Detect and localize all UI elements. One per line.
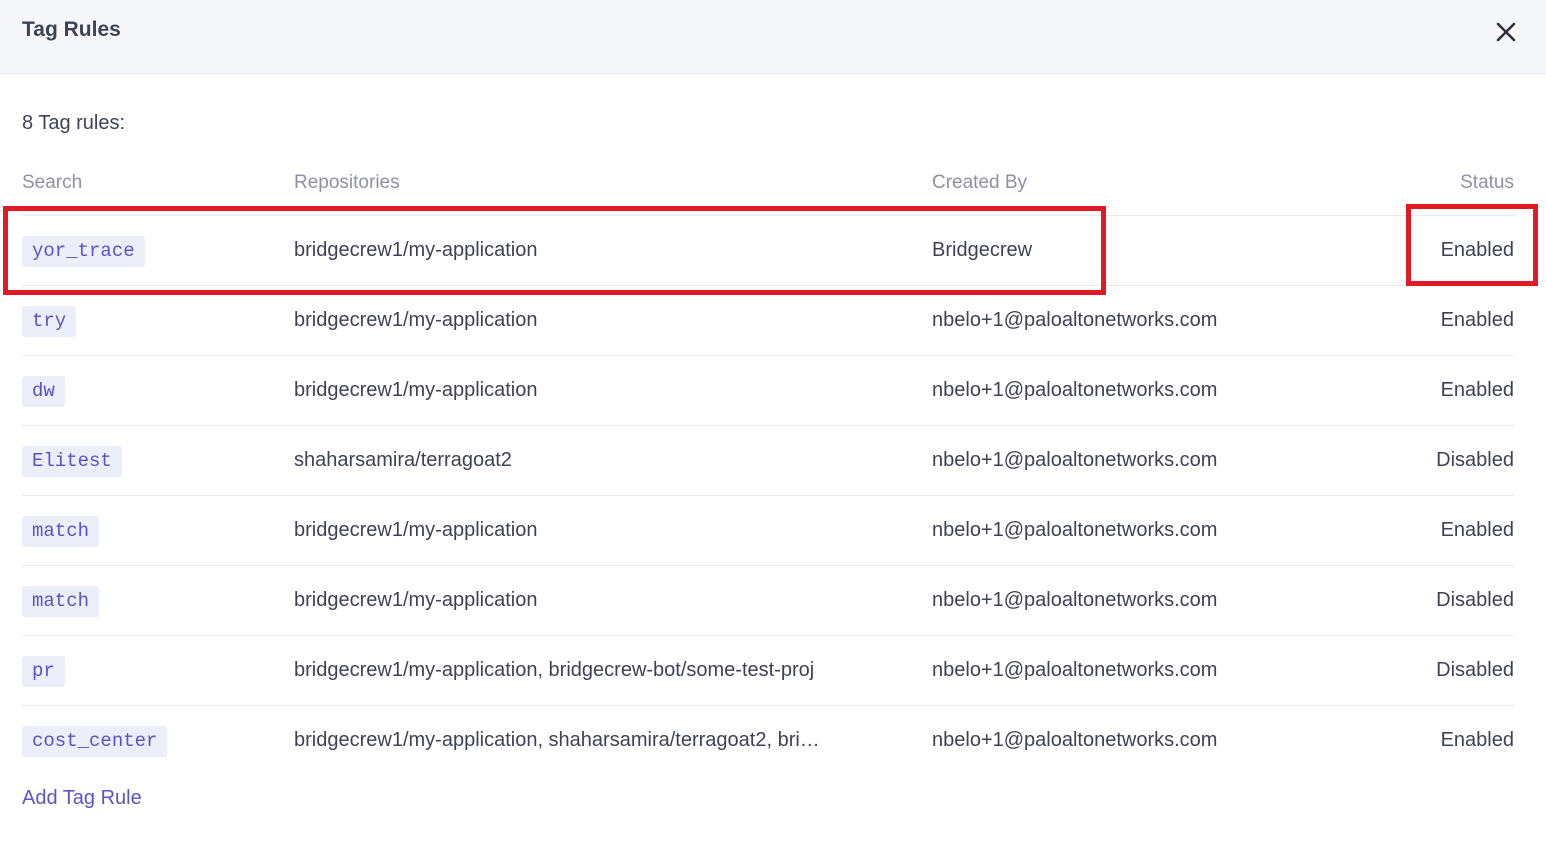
created-by-cell: nbelo+1@paloaltonetworks.com [932, 309, 1218, 331]
close-icon [1496, 22, 1516, 42]
repositories-cell: bridgecrew1/my-application [294, 519, 538, 541]
table-row[interactable]: pr bridgecrew1/my-application, bridgecre… [22, 636, 1514, 706]
search-tag: match [22, 516, 100, 547]
search-tag: yor_trace [22, 236, 145, 267]
header-status: Status [1460, 172, 1514, 193]
rule-count: 8 Tag rules: [22, 112, 126, 134]
table-row[interactable]: cost_center bridgecrew1/my-application, … [22, 706, 1514, 776]
status-cell: Enabled [1440, 519, 1514, 541]
table-header: Search Repositories Created By Status [22, 166, 1514, 216]
repositories-cell: bridgecrew1/my-application, shaharsamira… [294, 729, 820, 751]
created-by-cell: nbelo+1@paloaltonetworks.com [932, 589, 1218, 611]
table-row[interactable]: try bridgecrew1/my-application nbelo+1@p… [22, 286, 1514, 356]
created-by-cell: nbelo+1@paloaltonetworks.com [932, 729, 1218, 751]
status-cell: Disabled [1436, 659, 1514, 681]
status-cell: Disabled [1436, 589, 1514, 611]
dialog-header: Tag Rules [0, 0, 1546, 74]
repositories-cell: shaharsamira/terragoat2 [294, 449, 512, 471]
table-row[interactable]: match bridgecrew1/my-application nbelo+1… [22, 566, 1514, 636]
repositories-cell: bridgecrew1/my-application [294, 309, 538, 331]
repositories-cell: bridgecrew1/my-application [294, 589, 538, 611]
created-by-cell: nbelo+1@paloaltonetworks.com [932, 379, 1218, 401]
repositories-cell: bridgecrew1/my-application [294, 239, 538, 261]
repositories-cell: bridgecrew1/my-application, bridgecrew-b… [294, 659, 815, 681]
status-cell: Disabled [1436, 449, 1514, 471]
search-tag: match [22, 586, 100, 617]
add-tag-rule-link[interactable]: Add Tag Rule [22, 787, 142, 810]
search-tag: pr [22, 656, 65, 687]
table-row[interactable]: Elitest shaharsamira/terragoat2 nbelo+1@… [22, 426, 1514, 496]
search-tag: Elitest [22, 446, 122, 477]
created-by-cell: nbelo+1@paloaltonetworks.com [932, 659, 1218, 681]
search-tag: cost_center [22, 726, 168, 757]
created-by-cell: nbelo+1@paloaltonetworks.com [932, 519, 1218, 541]
header-search: Search [22, 172, 83, 193]
table-row[interactable]: yor_trace bridgecrew1/my-application Bri… [22, 216, 1514, 286]
search-tag: dw [22, 376, 65, 407]
repositories-cell: bridgecrew1/my-application [294, 379, 538, 401]
header-repositories: Repositories [294, 172, 400, 193]
status-cell: Enabled [1440, 729, 1514, 751]
created-by-cell: nbelo+1@paloaltonetworks.com [932, 449, 1218, 471]
search-tag: try [22, 306, 77, 337]
status-cell: Enabled [1440, 239, 1514, 261]
table-row[interactable]: dw bridgecrew1/my-application nbelo+1@pa… [22, 356, 1514, 426]
created-by-cell: Bridgecrew [932, 239, 1033, 261]
header-created-by: Created By [932, 172, 1028, 193]
tag-rules-table: Search Repositories Created By Status yo… [22, 166, 1514, 776]
dialog-title: Tag Rules [22, 18, 121, 41]
status-cell: Enabled [1440, 309, 1514, 331]
status-cell: Enabled [1440, 379, 1514, 401]
table-row[interactable]: match bridgecrew1/my-application nbelo+1… [22, 496, 1514, 566]
close-button[interactable] [1490, 16, 1522, 48]
